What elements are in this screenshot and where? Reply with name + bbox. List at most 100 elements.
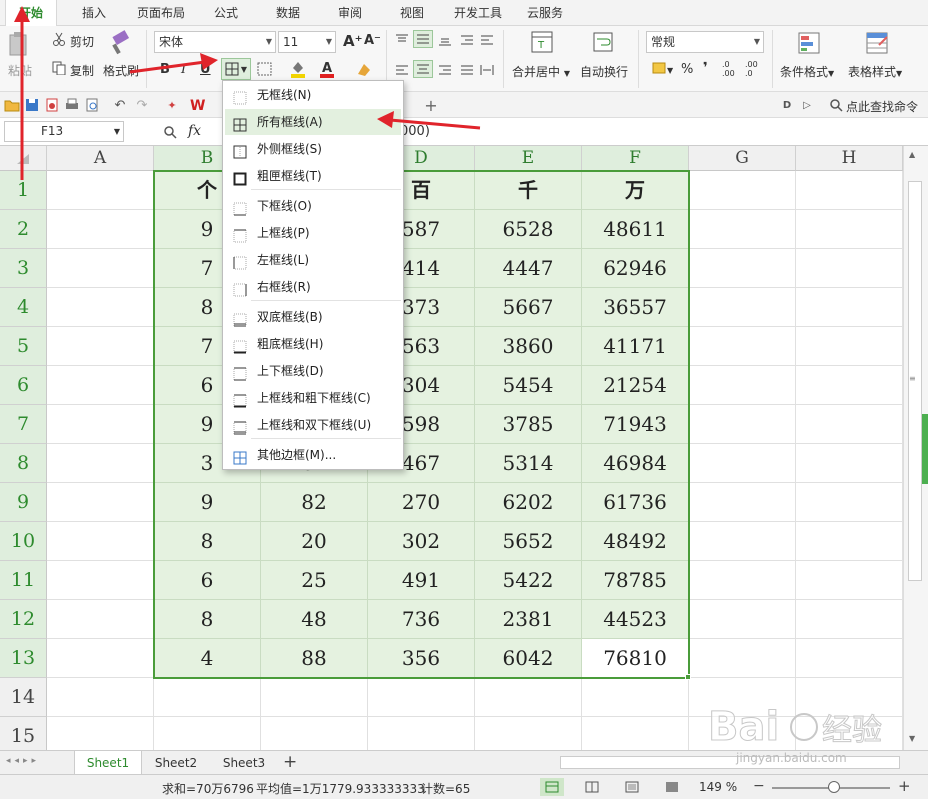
decrease-decimal-button[interactable]: .00 .0 bbox=[745, 60, 763, 78]
increase-decimal-button[interactable]: .0 .00 bbox=[722, 60, 740, 78]
currency-icon[interactable]: ▼ bbox=[649, 60, 675, 78]
cell-style-icon[interactable] bbox=[254, 60, 276, 78]
grow-font-button[interactable]: A⁺ bbox=[343, 32, 363, 50]
find-command-link[interactable]: 点此查找命令 bbox=[846, 98, 918, 115]
column-header-a[interactable]: A bbox=[47, 146, 154, 171]
cell-e14[interactable] bbox=[475, 678, 582, 717]
cell-g8[interactable] bbox=[689, 444, 796, 483]
cell-h6[interactable] bbox=[796, 366, 903, 405]
align-bottom-icon[interactable] bbox=[436, 32, 454, 48]
cell-f1[interactable]: 万 bbox=[582, 171, 689, 210]
cell-f14[interactable] bbox=[582, 678, 689, 717]
number-format-select[interactable]: 常规 ▼ bbox=[646, 31, 764, 53]
cell-g2[interactable] bbox=[689, 210, 796, 249]
cell-d9[interactable]: 270 bbox=[368, 483, 475, 522]
tab-developer[interactable]: 开发工具 bbox=[447, 0, 509, 26]
scroll-up-icon[interactable]: ▲ bbox=[909, 150, 915, 159]
cell-e4[interactable]: 5667 bbox=[475, 288, 582, 327]
row-header-13[interactable]: 13 bbox=[0, 639, 47, 678]
cell-f4[interactable]: 36557 bbox=[582, 288, 689, 327]
tab-insert[interactable]: 插入 bbox=[68, 0, 120, 26]
page-layout-view-icon[interactable] bbox=[620, 778, 644, 796]
cell-d11[interactable]: 491 bbox=[368, 561, 475, 600]
border-menu-item-more-borders[interactable]: 其他边框(M)... bbox=[225, 442, 401, 468]
border-menu-item-top-border[interactable]: 上框线(P) bbox=[225, 220, 401, 246]
cell-h2[interactable] bbox=[796, 210, 903, 249]
cell-a3[interactable] bbox=[47, 249, 154, 288]
save-icon[interactable] bbox=[24, 97, 40, 113]
cell-h3[interactable] bbox=[796, 249, 903, 288]
cell-d12[interactable]: 736 bbox=[368, 600, 475, 639]
open-folder-icon[interactable] bbox=[4, 97, 20, 113]
sheet-tab-1[interactable]: Sheet1 bbox=[74, 751, 142, 775]
sheet-tab-2[interactable]: Sheet2 bbox=[142, 751, 210, 775]
cell-g12[interactable] bbox=[689, 600, 796, 639]
border-menu-item-bottom-border[interactable]: 下框线(O) bbox=[225, 193, 401, 219]
cell-f9[interactable]: 61736 bbox=[582, 483, 689, 522]
spreadsheet-grid[interactable]: ABCDEFGH1个百千万295876528486113741444476294… bbox=[0, 146, 903, 750]
align-right-icon[interactable] bbox=[436, 62, 454, 78]
cell-b11[interactable]: 6 bbox=[154, 561, 261, 600]
cell-h5[interactable] bbox=[796, 327, 903, 366]
wps-logo-icon[interactable]: W bbox=[188, 96, 206, 114]
zoom-in-icon[interactable]: + bbox=[898, 777, 911, 795]
table-style-icon[interactable] bbox=[864, 30, 890, 56]
cell-f8[interactable]: 46984 bbox=[582, 444, 689, 483]
select-all-corner[interactable] bbox=[0, 146, 47, 171]
cell-g6[interactable] bbox=[689, 366, 796, 405]
font-size-select[interactable]: 11 ▼ bbox=[278, 31, 336, 53]
cell-e3[interactable]: 4447 bbox=[475, 249, 582, 288]
row-header-9[interactable]: 9 bbox=[0, 483, 47, 522]
format-painter-icon[interactable] bbox=[108, 30, 134, 56]
row-header-4[interactable]: 4 bbox=[0, 288, 47, 327]
cell-g4[interactable] bbox=[689, 288, 796, 327]
cell-a14[interactable] bbox=[47, 678, 154, 717]
border-menu-item-left-border[interactable]: 左框线(L) bbox=[225, 247, 401, 273]
cell-c14[interactable] bbox=[261, 678, 368, 717]
bold-button[interactable]: B bbox=[160, 62, 170, 77]
border-menu-item-thick-box-border[interactable]: 粗匣框线(T) bbox=[225, 163, 401, 189]
format-painter-button[interactable]: 格式刷 bbox=[103, 62, 139, 79]
zoom-formula-icon[interactable] bbox=[162, 124, 178, 140]
cell-a11[interactable] bbox=[47, 561, 154, 600]
cell-a13[interactable] bbox=[47, 639, 154, 678]
undo-icon[interactable]: ↶ bbox=[112, 97, 128, 113]
vertical-scrollbar[interactable]: ▲ ≡ ▼ bbox=[903, 146, 928, 750]
cell-h9[interactable] bbox=[796, 483, 903, 522]
print-icon[interactable] bbox=[64, 97, 80, 113]
wrap-text-icon[interactable] bbox=[591, 30, 615, 54]
cell-c10[interactable]: 20 bbox=[261, 522, 368, 561]
cell-a8[interactable] bbox=[47, 444, 154, 483]
zoom-slider-handle[interactable] bbox=[828, 781, 840, 793]
column-header-g[interactable]: G bbox=[689, 146, 796, 171]
name-box[interactable]: F13 ▼ bbox=[4, 121, 124, 142]
paste-button[interactable]: 粘贴 bbox=[8, 62, 32, 79]
cell-h4[interactable] bbox=[796, 288, 903, 327]
cell-h8[interactable] bbox=[796, 444, 903, 483]
borders-button[interactable]: ▼ bbox=[221, 58, 251, 80]
cell-a15[interactable] bbox=[47, 717, 154, 750]
align-top-icon[interactable] bbox=[393, 32, 411, 48]
cell-f10[interactable]: 48492 bbox=[582, 522, 689, 561]
tab-view[interactable]: 视图 bbox=[389, 0, 435, 26]
cell-c11[interactable]: 25 bbox=[261, 561, 368, 600]
tab-cloud[interactable]: 云服务 bbox=[519, 0, 571, 26]
cell-e5[interactable]: 3860 bbox=[475, 327, 582, 366]
cell-e11[interactable]: 5422 bbox=[475, 561, 582, 600]
distributed-icon[interactable] bbox=[478, 62, 496, 78]
justify-icon[interactable] bbox=[458, 62, 476, 78]
fx-button[interactable]: fx bbox=[188, 123, 201, 139]
border-menu-item-double-bottom-border[interactable]: 双底框线(B) bbox=[225, 304, 401, 330]
column-header-e[interactable]: E bbox=[475, 146, 582, 171]
cell-g7[interactable] bbox=[689, 405, 796, 444]
copy-button[interactable]: 复制 bbox=[70, 62, 94, 79]
border-menu-item-outside-borders[interactable]: 外侧框线(S) bbox=[225, 136, 401, 162]
cell-f7[interactable]: 71943 bbox=[582, 405, 689, 444]
border-menu-item-right-border[interactable]: 右框线(R) bbox=[225, 274, 401, 300]
add-sheet-icon[interactable]: + bbox=[283, 752, 297, 772]
row-header-5[interactable]: 5 bbox=[0, 327, 47, 366]
cell-a6[interactable] bbox=[47, 366, 154, 405]
cell-b9[interactable]: 9 bbox=[154, 483, 261, 522]
indent-icon[interactable] bbox=[458, 32, 476, 48]
cell-g13[interactable] bbox=[689, 639, 796, 678]
